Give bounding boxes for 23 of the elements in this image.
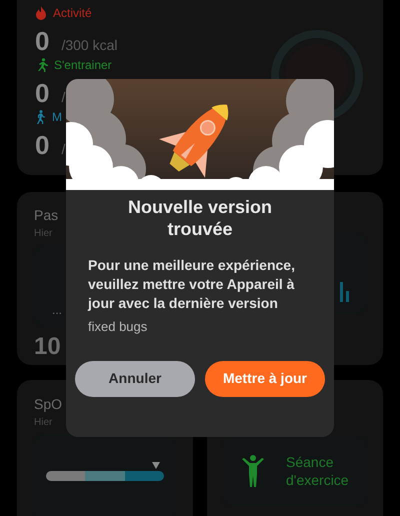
marker-triangle-icon	[152, 462, 160, 469]
walking-figure-icon	[35, 110, 46, 124]
person-arms-raised-icon	[242, 455, 264, 487]
metric-goal: /	[61, 88, 66, 107]
metric-value: 0	[35, 129, 50, 162]
metric-goal: /300 kcal	[61, 36, 118, 55]
running-figure-icon	[35, 58, 48, 72]
flame-icon	[35, 6, 47, 20]
metric-label: Activité	[53, 5, 92, 22]
chart-dots: ...	[52, 302, 62, 319]
bar-chart-icon	[340, 282, 350, 302]
cancel-button[interactable]: Annuler	[75, 360, 195, 396]
workout-label: Séance d'exercice	[286, 453, 350, 489]
metric-value: 0	[35, 25, 50, 58]
dialog-title: Nouvelle version trouvée	[126, 196, 274, 240]
steps-value: 10	[34, 332, 62, 362]
dialog-message: Pour une meilleure expérience, veuillez mettre votre Appareil à jour avec la dernière version	[88, 256, 296, 313]
release-note: fixed bugs	[88, 318, 148, 336]
metric-label: S'entrainer	[54, 57, 112, 74]
metric-value: 0	[35, 77, 50, 110]
card-title: SpO	[34, 395, 64, 414]
metric-label: M	[52, 109, 62, 126]
metric-goal: /	[61, 140, 66, 159]
